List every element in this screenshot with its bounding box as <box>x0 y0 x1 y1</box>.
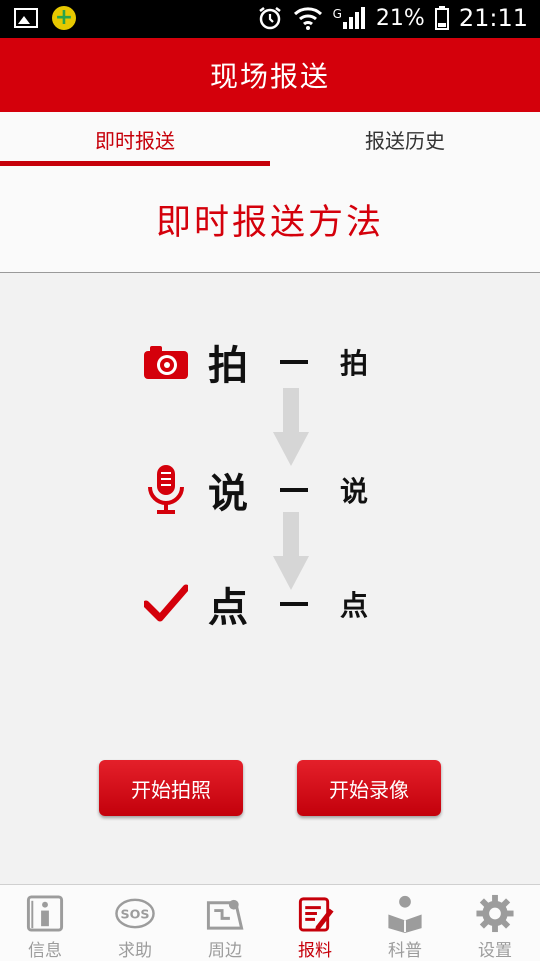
nav-item-info[interactable]: 信息 <box>0 885 90 961</box>
step-2-big-char: 说 <box>208 471 248 517</box>
method-heading: 即时报送方法 <box>0 166 540 273</box>
step-3-big-char: 点 <box>208 585 248 631</box>
map-icon <box>206 899 244 930</box>
battery-icon <box>434 6 449 30</box>
tab-bar: 即时报送 报送历史 <box>0 112 540 167</box>
step-3-small-char: 点 <box>340 589 369 622</box>
down-arrow-1 <box>273 388 309 466</box>
nav-label-science: 科普 <box>388 941 422 961</box>
nav-label-nearby: 周边 <box>208 941 242 961</box>
report-icon <box>298 897 334 932</box>
info-icon <box>26 895 64 932</box>
gear-icon <box>476 894 514 933</box>
sos-icon: SOS <box>115 898 155 929</box>
svg-text:SOS: SOS <box>120 906 149 921</box>
nav-item-sos[interactable]: SOS 求助 <box>90 885 180 961</box>
method-title-text: 即时报送方法 <box>155 202 384 243</box>
nav-item-nearby[interactable]: 周边 <box>180 885 270 961</box>
signal-icon <box>342 7 365 29</box>
page-title: 现场报送 <box>209 60 330 93</box>
tab-report-history[interactable]: 报送历史 <box>270 112 540 166</box>
gallery-notification-icon <box>14 8 38 28</box>
clock: 21:11 <box>458 4 528 32</box>
step-shoot: 拍 拍 <box>144 332 368 392</box>
wifi-icon <box>293 7 322 30</box>
app-header: 现场报送 <box>0 38 540 112</box>
step-2-small-char: 说 <box>340 475 369 508</box>
nav-item-settings[interactable]: 设置 <box>450 885 540 961</box>
start-video-button[interactable]: 开始录像 <box>297 760 441 816</box>
status-bar: + G 21% 21:11 <box>0 0 540 38</box>
step-1-big-char: 拍 <box>208 343 248 389</box>
step-3-dash <box>280 602 308 606</box>
reading-person-icon <box>388 895 422 934</box>
nav-label-info: 信息 <box>28 941 62 961</box>
nav-item-science[interactable]: 科普 <box>360 885 450 961</box>
nav-label-settings: 设置 <box>478 941 512 961</box>
microphone-icon <box>148 465 184 514</box>
step-click: 点 点 <box>144 574 368 634</box>
start-photo-button[interactable]: 开始拍照 <box>99 760 243 816</box>
tab-instant-report[interactable]: 即时报送 <box>0 112 270 166</box>
nav-label-sos: 求助 <box>118 941 152 961</box>
nav-label-report: 报料 <box>298 941 332 961</box>
alarm-icon <box>258 7 281 30</box>
battery-percent: 21% <box>375 5 425 31</box>
step-2-dash <box>280 488 308 492</box>
step-1-dash <box>280 360 308 364</box>
camera-icon <box>144 346 188 379</box>
nav-item-report[interactable]: 报料 <box>270 885 360 961</box>
app-notification-icon: + <box>52 6 76 30</box>
network-type-label: G <box>332 7 342 21</box>
checkmark-icon <box>144 584 188 622</box>
step-1-small-char: 拍 <box>340 347 369 380</box>
bottom-nav: 信息 SOS 求助 周边 报料 科普 设置 <box>0 884 540 961</box>
step-speak: 说 说 <box>144 460 368 520</box>
